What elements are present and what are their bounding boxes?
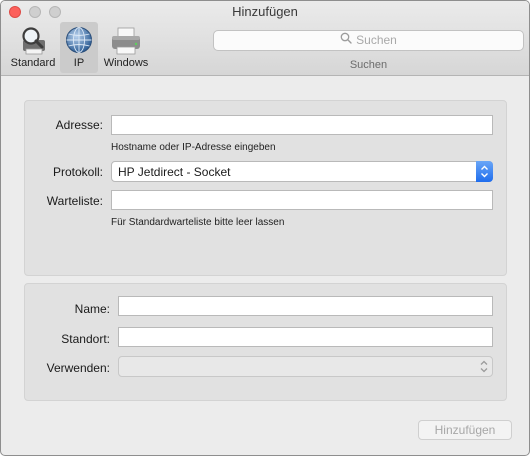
protocol-popup[interactable]: HP Jetdirect - Socket — [111, 161, 493, 182]
toolbar-item-windows[interactable]: Windows — [100, 22, 152, 73]
toolbar-label-windows: Windows — [103, 57, 149, 69]
toolbar-item-ip[interactable]: IP — [60, 22, 98, 73]
search-placeholder: Suchen — [356, 33, 397, 47]
toolbar-label-ip: IP — [73, 57, 85, 69]
ip-settings-panel: Adresse: Hostname oder IP-Adresse eingeb… — [24, 100, 507, 276]
address-field[interactable] — [111, 115, 493, 135]
search-field[interactable]: Suchen — [213, 30, 524, 51]
location-label: Standort: — [61, 332, 110, 346]
search-icon — [340, 31, 352, 50]
printer-info-panel: Name: Standort: Verwenden: — [24, 283, 507, 401]
window-title: Hinzufügen — [232, 4, 298, 19]
protocol-stepper-icon — [476, 161, 493, 182]
location-field[interactable] — [118, 327, 493, 347]
chevron-updown-icon — [477, 358, 491, 375]
use-driver-popup[interactable] — [118, 356, 493, 377]
globe-icon — [64, 25, 94, 60]
add-printer-window: Hinzufügen Standard IP Windows Suchen Su… — [0, 0, 530, 456]
toolbar-item-standard[interactable]: Standard — [7, 22, 59, 73]
title-bar: Hinzufügen Standard IP Windows Suchen Su… — [1, 1, 529, 76]
protocol-value: HP Jetdirect - Socket — [118, 165, 231, 179]
queue-label: Warteliste: — [46, 194, 103, 208]
search-caption: Suchen — [349, 59, 388, 71]
protocol-label: Protokoll: — [52, 165, 103, 179]
toolbar-label-standard: Standard — [10, 57, 56, 69]
name-label: Name: — [74, 302, 110, 316]
address-hint: Hostname oder IP-Adresse eingeben — [111, 142, 276, 153]
name-field[interactable] — [118, 296, 493, 316]
queue-hint: Für Standardwarteliste bitte leer lassen — [111, 217, 285, 228]
queue-field[interactable] — [111, 190, 493, 210]
add-button[interactable]: Hinzufügen — [418, 420, 512, 440]
address-label: Adresse: — [55, 118, 103, 132]
use-label: Verwenden: — [46, 361, 110, 375]
